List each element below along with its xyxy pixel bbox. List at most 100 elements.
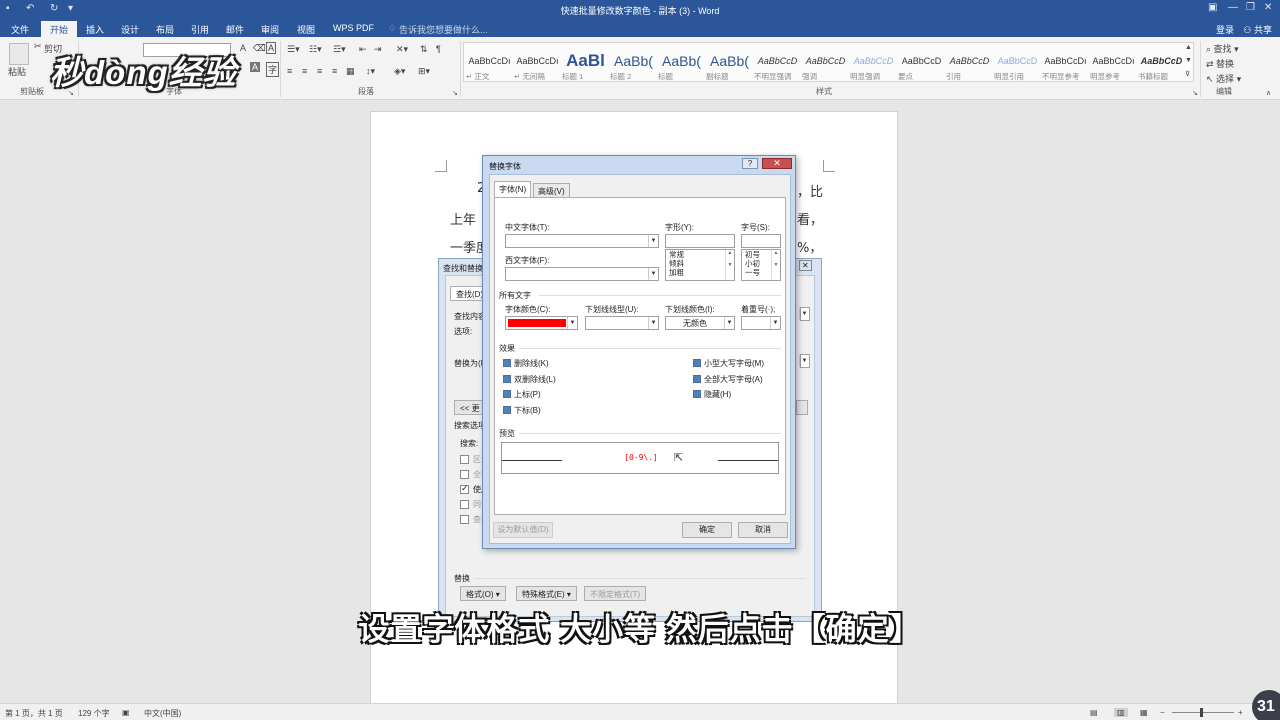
grow-font-icon[interactable]: A <box>240 43 246 53</box>
search-option-checkbox[interactable] <box>460 483 469 494</box>
tab-layout[interactable]: 布局 <box>156 23 174 36</box>
decrease-indent-icon[interactable]: ⇤ <box>359 44 367 55</box>
style-item[interactable]: AaBbCcD 明显强调 <box>850 51 897 87</box>
sort-icon[interactable]: ⇅ <box>420 44 428 55</box>
special-button[interactable]: 特殊格式(E) ▾ <box>516 586 577 601</box>
less-button[interactable]: << 更 <box>454 400 486 415</box>
tab-advanced[interactable]: 高级(V) <box>533 183 570 197</box>
tab-insert[interactable]: 插入 <box>86 23 104 36</box>
bullets-icon[interactable]: ☰▾ <box>287 44 300 55</box>
help-button[interactable]: ? <box>742 158 758 169</box>
underline-color-combo[interactable]: 无颜色 ▼ <box>665 316 735 330</box>
share-button[interactable]: ⚇ 共享 <box>1243 23 1272 36</box>
style-item[interactable]: AaBbCcDı ↵ 无间隔 <box>514 51 561 87</box>
effect-checkbox[interactable]: 下标(B) <box>503 405 541 416</box>
align-right-icon[interactable]: ≡ <box>317 66 322 76</box>
search-option-checkbox[interactable] <box>460 500 469 509</box>
font-style-input[interactable] <box>665 234 735 248</box>
enclose-char-icon[interactable]: 字 <box>266 62 280 77</box>
tab-home[interactable]: 开始 <box>41 21 78 37</box>
borders-icon[interactable]: ⊞▾ <box>418 66 430 77</box>
tab-wps-pdf[interactable]: WPS PDF <box>333 23 374 33</box>
increase-indent-icon[interactable]: ⇥ <box>374 44 382 55</box>
style-item[interactable]: AaBb(副标题 <box>706 51 753 87</box>
select-button[interactable]: ↖ 选择 ▾ <box>1206 72 1241 85</box>
style-item[interactable]: AaBbCcD 明显引用 <box>994 51 1041 87</box>
font-style-list[interactable]: 常规 倾斜 加粗 ▲ ▼ <box>665 249 735 281</box>
style-item[interactable]: AaBl 标题 1 <box>562 51 609 87</box>
style-item[interactable]: AaBbCcD 不明显强调 <box>754 51 801 87</box>
styles-up-icon[interactable]: ▲ <box>1185 44 1192 51</box>
language-indicator[interactable]: 中文(中国) <box>144 708 181 719</box>
search-option-checkbox[interactable] <box>460 515 469 524</box>
tab-mailings[interactable]: 邮件 <box>226 23 244 36</box>
numbering-icon[interactable]: ☷▾ <box>309 44 322 55</box>
find-next-button[interactable] <box>796 400 808 415</box>
tab-review[interactable]: 审阅 <box>261 23 279 36</box>
read-mode-icon[interactable]: ▤ <box>1090 708 1098 717</box>
effect-checkbox[interactable]: 全部大写字母(A) <box>693 374 763 385</box>
styles-launcher-icon[interactable]: ↘ <box>1192 89 1198 97</box>
style-item[interactable]: AaBb(标题 2 <box>610 51 657 87</box>
list-item[interactable]: 加粗 <box>666 268 734 277</box>
tab-design[interactable]: 设计 <box>121 23 139 36</box>
west-font-combo[interactable]: ▼ <box>505 267 659 281</box>
underline-style-combo[interactable]: ▼ <box>585 316 659 330</box>
list-item[interactable]: 常规 <box>666 250 734 259</box>
ribbon-display-icon[interactable]: ▣ <box>1208 2 1217 13</box>
shading-icon[interactable]: ◈▾ <box>394 66 405 77</box>
align-left-icon[interactable]: ≡ <box>287 66 292 76</box>
justify-icon[interactable]: ≡ <box>332 66 337 76</box>
style-item[interactable]: AaBbCcD 书籍标题 <box>1138 51 1185 87</box>
asian-layout-icon[interactable]: ✕▾ <box>396 44 408 55</box>
proofing-icon[interactable]: ▣ <box>122 708 130 717</box>
effect-checkbox[interactable]: 隐藏(H) <box>693 389 731 400</box>
list-item[interactable]: 倾斜 <box>666 259 734 268</box>
tab-view[interactable]: 视图 <box>297 23 315 36</box>
tell-me-input[interactable]: 告诉我您想要做什么... <box>399 23 488 36</box>
show-marks-icon[interactable]: ¶ <box>436 44 441 54</box>
effect-checkbox[interactable]: 双删除线(L) <box>503 374 556 385</box>
minimize-icon[interactable]: — <box>1228 2 1238 13</box>
effect-checkbox[interactable]: 小型大写字母(M) <box>693 358 764 369</box>
style-item[interactable]: AaBbCcDı ↵ 正文 <box>466 51 513 87</box>
distribute-icon[interactable]: ▦ <box>346 66 355 77</box>
find-button[interactable]: ⌕ 查找 ▾ <box>1206 42 1239 55</box>
font-size-input[interactable] <box>741 234 781 248</box>
search-option-checkbox[interactable] <box>460 470 469 479</box>
effect-checkbox[interactable]: 上标(P) <box>503 389 541 400</box>
set-default-button[interactable]: 设为默认值(D) <box>493 522 553 538</box>
word-count[interactable]: 129 个字 <box>78 708 110 719</box>
search-option-checkbox[interactable] <box>460 455 469 464</box>
zoom-in-icon[interactable]: + <box>1238 708 1243 717</box>
replace-dropdown[interactable]: ▼ <box>799 354 810 368</box>
char-border-icon[interactable]: A <box>266 42 277 54</box>
paste-icon[interactable] <box>9 43 29 65</box>
clear-format-icon[interactable]: ⌫ <box>253 43 266 54</box>
collapse-ribbon-icon[interactable]: ∧ <box>1266 89 1271 97</box>
list-scrollbar[interactable]: ▲ ▼ <box>725 250 734 280</box>
close-icon[interactable]: ✕ <box>1264 2 1272 13</box>
find-dropdown[interactable]: ▼ <box>799 307 810 321</box>
style-item[interactable]: AaBbCcD 要点 <box>898 51 945 87</box>
format-button[interactable]: 格式(O) ▾ <box>460 586 506 601</box>
effect-checkbox[interactable]: 删除线(K) <box>503 358 549 369</box>
style-item[interactable]: AaBbCcDı 明显参考 <box>1090 51 1137 87</box>
list-scrollbar[interactable]: ▲ ▼ <box>771 250 780 280</box>
tab-references[interactable]: 引用 <box>191 23 209 36</box>
page-count[interactable]: 第 1 页，共 1 页 <box>5 708 63 719</box>
char-shading-icon[interactable]: A <box>250 62 261 72</box>
styles-more-icon[interactable]: ⊽ <box>1185 70 1190 78</box>
no-formatting-button[interactable]: 不限定格式(T) <box>584 586 647 601</box>
zoom-slider[interactable] <box>1172 712 1234 713</box>
multilevel-list-icon[interactable]: ☲▾ <box>333 44 346 55</box>
font-color-picker[interactable]: ▼ <box>505 316 578 330</box>
cancel-button[interactable]: 取消 <box>738 522 788 538</box>
style-item[interactable]: AaBbCcDı 不明显参考 <box>1042 51 1089 87</box>
cn-font-combo[interactable]: ▼ <box>505 234 659 248</box>
ok-button[interactable]: 确定 <box>682 522 732 538</box>
align-center-icon[interactable]: ≡ <box>302 66 307 76</box>
tab-font[interactable]: 字体(N) <box>494 181 532 198</box>
zoom-out-icon[interactable]: − <box>1160 708 1165 717</box>
print-layout-icon[interactable]: ▥ <box>1114 708 1128 717</box>
